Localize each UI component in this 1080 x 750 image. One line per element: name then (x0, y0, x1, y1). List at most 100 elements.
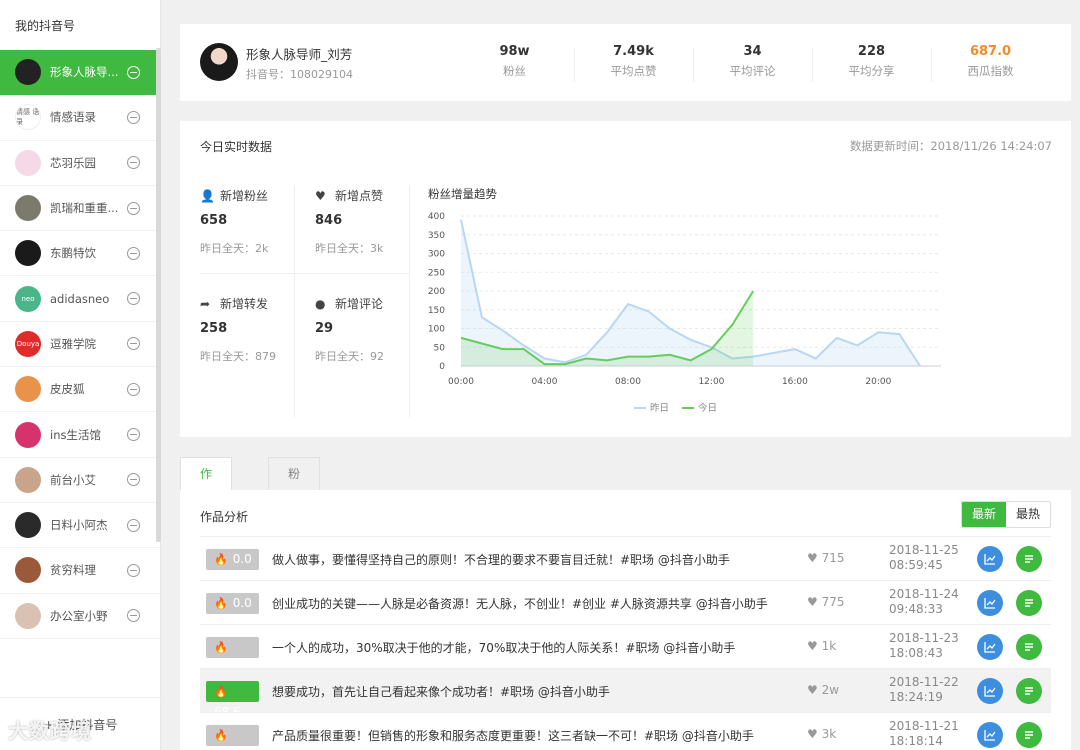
time-value: 09:48:33 (889, 602, 943, 616)
detail-list-button[interactable] (1016, 590, 1042, 616)
tab-fans-analysis[interactable]: 粉丝分析 (268, 457, 321, 580)
remove-account-icon[interactable] (127, 428, 140, 442)
work-title[interactable]: 做人做事，要懂得坚持自己的原则！不合理的要求不要盲目迁就！#职场 @抖音小助手 (272, 551, 730, 568)
stat-value: 687.0 (969, 44, 1012, 59)
remove-account-icon[interactable] (127, 110, 140, 124)
remove-account-icon[interactable] (127, 156, 140, 170)
score-badge: 🔥 0.0 (206, 549, 259, 570)
sidebar-item-account[interactable]: 皮皮狐 (0, 367, 160, 413)
sidebar-item-account[interactable]: 贫穷料理 (0, 548, 160, 594)
line-chart-icon (984, 730, 996, 741)
table-row[interactable]: 🔥68.6 想要成功，首先让自己看起来像个成功者！#职场 @抖音小助手 ♥ 2w 20… (200, 668, 1051, 719)
date-value: 2018-11-21 (889, 719, 959, 733)
heart-icon: ♥ (807, 639, 822, 653)
sidebar-item-account[interactable]: 办公室小野 (0, 594, 160, 639)
trend-chart-button[interactable] (977, 722, 1003, 748)
remove-account-icon[interactable] (127, 246, 140, 260)
work-title[interactable]: 想要成功，首先让自己看起来像个成功者！#职场 @抖音小助手 (272, 683, 610, 700)
detail-list-button[interactable] (1016, 722, 1042, 748)
remove-account-icon[interactable] (127, 201, 140, 215)
sidebar-item-account[interactable]: ins生活馆 (0, 412, 160, 458)
legend-label: 昨日 (650, 402, 669, 414)
stat-divider (574, 48, 575, 82)
score-value: 0.0 (232, 552, 252, 566)
profile-avatar (200, 43, 238, 81)
flame-icon: 🔥 (214, 641, 228, 654)
likes-value: 715 (821, 551, 845, 565)
account-avatar (15, 376, 41, 403)
trend-chart-button[interactable] (977, 546, 1003, 572)
sidebar-item-account[interactable]: 情感 语录 情感语录 (0, 95, 160, 141)
table-row[interactable]: 🔥 0.0 创业成功的关键——人脉是必备资源！无人脉，不创业！#创业 #人脉资源共享… (200, 580, 1051, 624)
account-name: 前台小艾 (50, 472, 96, 487)
likes-count: ♥ 1k (807, 639, 836, 653)
sidebar-item-account[interactable]: Douya 逗雅学院 (0, 322, 160, 368)
sidebar-scrollbar[interactable] (156, 48, 161, 542)
metric-label: 新增点赞 (335, 189, 384, 203)
list-icon (1025, 599, 1033, 607)
profile-stat: 7.49k 平均点赞 (574, 44, 693, 79)
stat-value: 98w (499, 44, 530, 59)
profile-id: 抖音号：108029104 (246, 66, 353, 82)
trend-chart-button[interactable] (977, 634, 1003, 660)
detail-list-button[interactable] (1016, 634, 1042, 660)
remove-account-icon[interactable] (127, 518, 140, 532)
likes-value: 3k (821, 727, 837, 741)
account-name: 芯羽乐园 (50, 155, 96, 170)
remove-account-icon[interactable] (127, 382, 140, 396)
line-chart-icon (984, 598, 996, 609)
work-title[interactable]: 产品质量很重要！但销售的形象和服务态度更重要！这三者缺一不可！#职场 @抖音小助… (272, 727, 754, 744)
sidebar-item-account[interactable]: 东鹏特饮 (0, 231, 160, 277)
account-avatar (15, 602, 41, 629)
trend-chart-button[interactable] (977, 678, 1003, 704)
table-row[interactable]: 🔥20.8 一个人的成功，30%取决于他的才能，70%取决于他的人际关系！#职场 … (200, 624, 1051, 675)
sidebar-item-account[interactable]: neo adidasneo (0, 276, 160, 322)
remove-account-icon[interactable] (127, 563, 140, 577)
metric-label: 新增转发 (220, 297, 269, 311)
table-row[interactable]: 🔥 0.0 做人做事，要懂得坚持自己的原则！不合理的要求不要盲目迁就！#职场 @抖音… (200, 536, 1051, 580)
account-avatar (15, 557, 41, 584)
account-avatar: 情感 语录 (15, 104, 41, 131)
remove-account-icon[interactable] (127, 473, 140, 487)
likes-value: 2w (821, 683, 840, 697)
detail-list-button[interactable] (1016, 678, 1042, 704)
x-tick-label: 20:00 (865, 377, 891, 387)
trend-chart-button[interactable] (977, 590, 1003, 616)
metric-label: 新增粉丝 (220, 189, 269, 203)
account-avatar (15, 240, 41, 267)
profile-id-label: 抖音号： (246, 68, 290, 81)
heart-icon: ♥ (807, 683, 822, 697)
sidebar-item-account[interactable]: 前台小艾 (0, 458, 160, 503)
remove-account-icon[interactable] (127, 609, 140, 623)
legend-label: 今日 (698, 402, 717, 414)
sidebar-item-account[interactable]: 日料小阿杰 (0, 503, 160, 549)
y-tick-label: 350 (428, 231, 445, 241)
sidebar-item-account[interactable]: 形象人脉导... (0, 50, 160, 96)
account-sidebar: 我的抖音号 形象人脉导... 情感 语录 情感语录 芯羽乐园 凯瑞和重重... 东鹏特饮 n… (0, 0, 161, 750)
remove-account-icon[interactable] (127, 337, 140, 351)
sidebar-item-account[interactable]: 凯瑞和重重... (0, 186, 160, 232)
realtime-title: 今日实时数据 (200, 140, 273, 154)
sidebar-item-account[interactable]: 芯羽乐园 (0, 141, 160, 186)
work-title[interactable]: 创业成功的关键——人脉是必备资源！无人脉，不创业！#创业 #人脉资源共享 @抖音… (272, 595, 768, 612)
work-title[interactable]: 一个人的成功，30%取决于他的才能，70%取决于他的人际关系！#职场 @抖音小助… (272, 639, 735, 656)
works-title: 作品分析 (200, 510, 249, 524)
line-chart-icon (984, 554, 996, 565)
account-avatar (15, 421, 41, 448)
x-tick-label: 08:00 (615, 377, 641, 387)
sort-newest-button[interactable]: 最新 (961, 502, 1006, 527)
x-tick-label: 04:00 (532, 377, 558, 387)
table-row[interactable]: 🔥28.0 产品质量很重要！但销售的形象和服务态度更重要！这三者缺一不可！#职场 … (200, 712, 1051, 750)
sort-hottest-button[interactable]: 最热 (1005, 502, 1050, 527)
remove-account-icon[interactable] (127, 65, 140, 79)
account-name: 贫穷料理 (50, 563, 96, 578)
likes-count: ♥ 3k (807, 727, 836, 741)
stat-value: 34 (743, 44, 762, 59)
likes-value: 775 (821, 595, 845, 609)
stat-divider (812, 48, 813, 82)
y-tick-label: 250 (428, 268, 445, 278)
tab-works-analysis[interactable]: 作品分析 (180, 457, 233, 580)
detail-list-button[interactable] (1016, 546, 1042, 572)
account-name: 凯瑞和重重... (50, 201, 119, 216)
remove-account-icon[interactable] (127, 292, 140, 306)
